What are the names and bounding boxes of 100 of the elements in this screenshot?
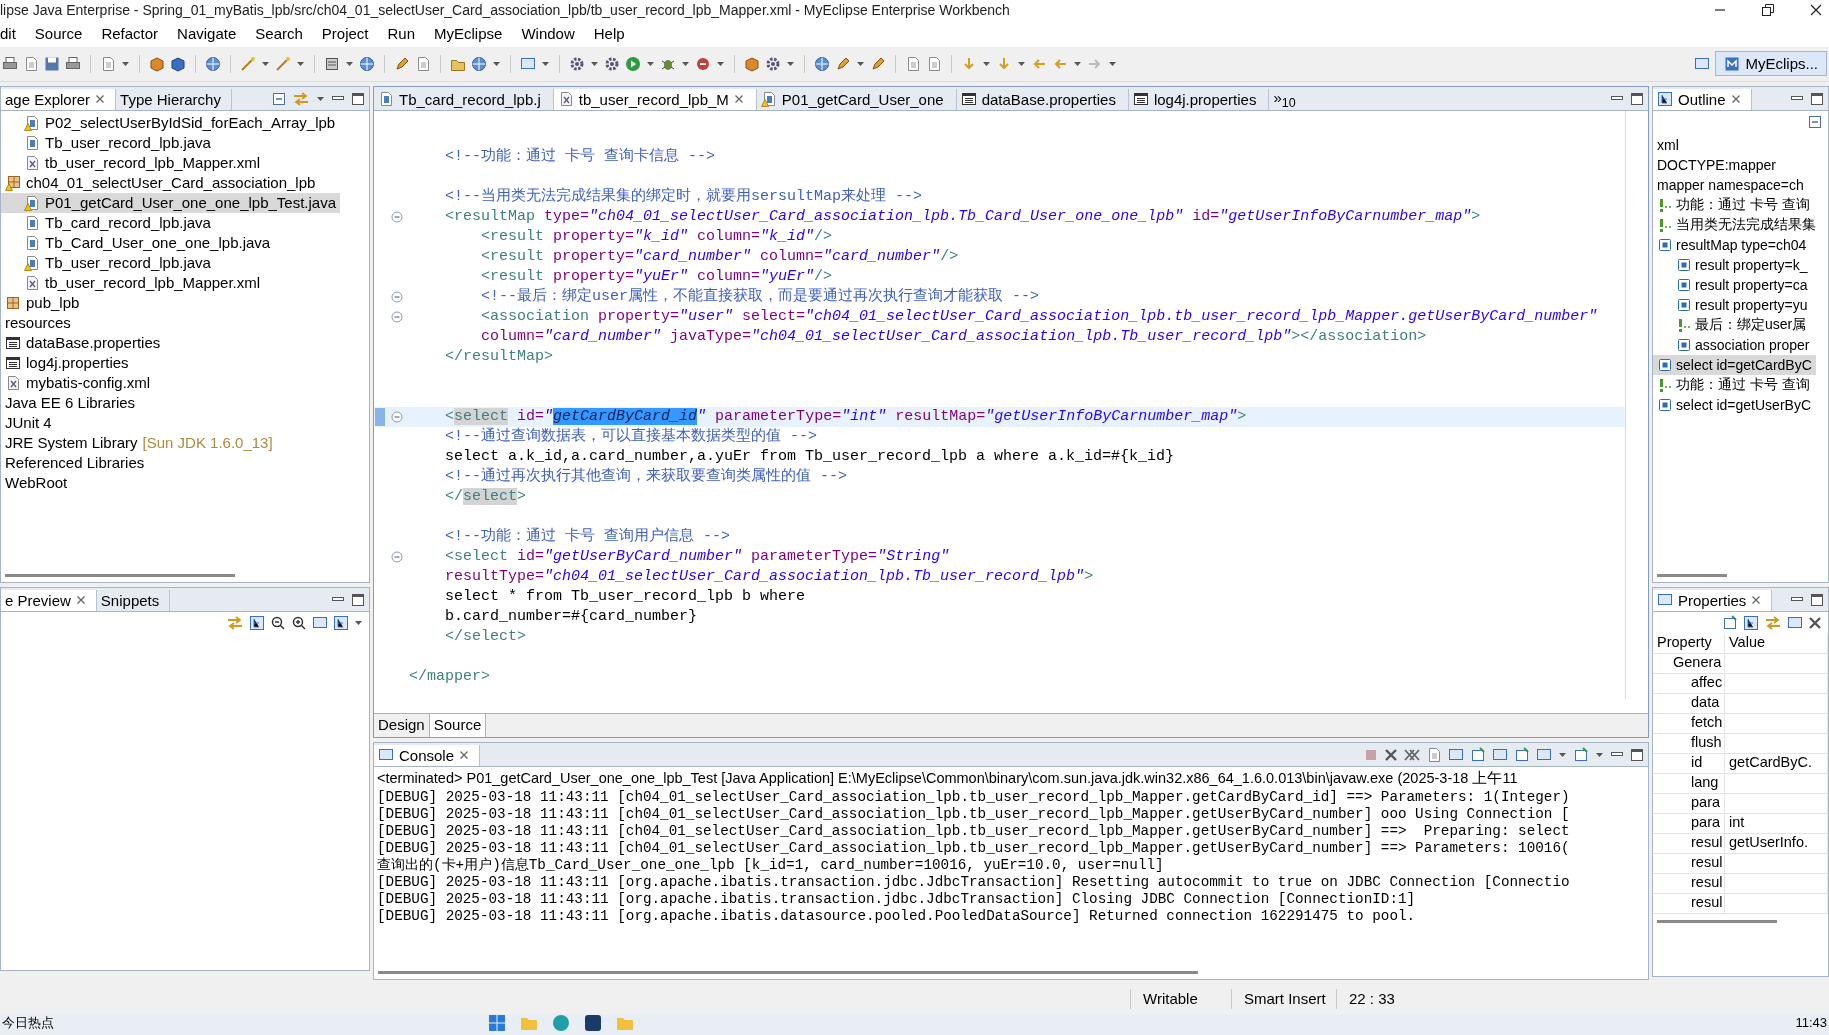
tree-item[interactable]: P02_selectUserByIdSid_forEach_Array_lpb [1, 112, 340, 133]
maximize-icon[interactable] [1810, 593, 1824, 608]
tree-item[interactable]: tb_user_record_lpb_Mapper.xml [1, 152, 265, 173]
browser-icon[interactable] [552, 1014, 570, 1033]
menu-item[interactable]: Run [387, 24, 425, 42]
gear-icon[interactable] [604, 55, 620, 72]
column-header[interactable]: Value [1725, 633, 1828, 654]
globe-icon[interactable] [471, 55, 487, 72]
pen-icon[interactable] [870, 55, 886, 72]
column-header[interactable]: Property [1653, 633, 1725, 654]
collapse-icon[interactable] [272, 92, 286, 107]
print-icon[interactable] [2, 55, 18, 72]
new-file-icon[interactable] [926, 55, 942, 72]
new-file-icon[interactable] [1426, 747, 1442, 764]
scrollbar-thumb[interactable] [5, 573, 235, 577]
tree-item[interactable]: 当用类无法完成结果集 [1653, 214, 1820, 235]
perspective-button[interactable]: MyEclips... [1715, 51, 1827, 77]
display-icon[interactable] [1787, 614, 1803, 631]
menu-item[interactable]: Search [255, 24, 312, 42]
display-icon[interactable] [520, 55, 536, 72]
tree-item[interactable]: Java EE 6 Libraries [1, 392, 140, 413]
editor-mode-tab[interactable]: Design [374, 713, 430, 737]
display-icon[interactable] [312, 614, 328, 631]
pen-icon[interactable] [394, 55, 410, 72]
cube-icon[interactable] [170, 55, 186, 72]
tree-item[interactable]: xml [1653, 134, 1683, 155]
maximize-icon[interactable] [1630, 92, 1644, 107]
zoom-out-icon[interactable] [270, 614, 286, 631]
tree-item[interactable]: 最后：绑定user属 [1653, 314, 1811, 335]
tree-item[interactable]: ch04_01_selectUser_Card_association_lpb [1, 172, 320, 193]
tree-item[interactable]: result property=ca [1653, 274, 1812, 295]
gear-icon[interactable] [569, 55, 585, 72]
remove-icon[interactable] [1384, 748, 1398, 763]
close-icon[interactable] [1809, 3, 1823, 17]
tree-item[interactable]: 功能：通过 卡号 查询 [1653, 374, 1814, 395]
tree-item[interactable]: tb_user_record_lpb_Mapper.xml [1, 272, 265, 293]
globe-icon[interactable] [205, 55, 221, 72]
maximize-icon[interactable] [1630, 748, 1644, 763]
globe-icon[interactable] [814, 55, 830, 72]
pin-icon[interactable] [1470, 747, 1486, 764]
maximize-icon[interactable] [1810, 92, 1824, 107]
cube-icon[interactable] [149, 55, 165, 72]
remove-all-icon[interactable] [1404, 748, 1420, 763]
menu-item[interactable]: Source [34, 24, 92, 42]
tree-item[interactable]: association proper [1653, 334, 1814, 355]
save-icon[interactable] [44, 55, 60, 72]
new-file-icon[interactable] [23, 55, 39, 72]
view-tab[interactable]: Properties [1653, 589, 1773, 611]
tree-item[interactable]: Tb_card_record_lpb.java [1, 212, 215, 233]
more-tabs-button[interactable]: »$_{10}$ [1269, 88, 1300, 110]
app-icon[interactable] [584, 1014, 602, 1033]
tree-item[interactable]: result property=k_ [1653, 254, 1812, 275]
cube-icon[interactable] [744, 55, 760, 72]
pin-icon[interactable] [1514, 747, 1530, 764]
tree-item[interactable]: P01_getCard_User_one_one_lpb_Test.java [1, 192, 341, 213]
view-tab[interactable]: e Preview [1, 589, 97, 611]
pen-icon[interactable] [835, 55, 851, 72]
tree-item[interactable]: dataBase.properties [1, 332, 165, 353]
tree-item[interactable]: resultMap type=ch04 [1653, 234, 1811, 255]
editor-mode-tab[interactable]: Source [429, 713, 487, 737]
tree-icon[interactable] [1743, 614, 1759, 631]
view-tab[interactable]: dataBase.properties [956, 88, 1129, 110]
tree-item[interactable]: DOCTYPE:mapper [1653, 154, 1781, 175]
windows-start-icon[interactable] [488, 1014, 506, 1033]
tree-icon[interactable] [249, 614, 265, 631]
view-tab[interactable]: P01_getCard_User_one [756, 88, 957, 110]
scrollbar-thumb[interactable] [378, 970, 1198, 974]
tree-item[interactable]: mybatis-config.xml [1, 372, 155, 393]
tree-item[interactable]: Tb_user_record_lpb.java [1, 132, 215, 153]
tree-item[interactable]: Tb_user_record_lpb.java [1, 252, 215, 273]
wand-icon[interactable] [275, 55, 291, 72]
menu-item[interactable]: dit [0, 24, 25, 42]
view-tab[interactable]: Tb_card_record_lpb.j [374, 88, 554, 110]
globe-icon[interactable] [359, 55, 375, 72]
menu-item[interactable]: MyEclipse [434, 24, 512, 42]
scrollbar-thumb[interactable] [1657, 573, 1727, 577]
collapse-icon[interactable] [1808, 114, 1822, 129]
menu-item[interactable]: Navigate [177, 24, 246, 42]
tree-item[interactable]: select id=getCardByC [1653, 354, 1816, 375]
tree-item[interactable]: Referenced Libraries [1, 452, 149, 473]
view-tab[interactable]: tb_user_record_lpb_M [553, 88, 757, 110]
tree-item[interactable]: result property=yu [1653, 294, 1812, 315]
pin-icon[interactable] [1573, 747, 1589, 764]
menu-item[interactable]: Refactor [101, 24, 168, 42]
tree-item[interactable]: 功能：通过 卡号 查询 [1653, 194, 1814, 215]
pin-icon[interactable] [1722, 614, 1738, 631]
menu-item[interactable]: Window [521, 24, 584, 42]
new-file-icon[interactable] [100, 55, 116, 72]
tree-item[interactable]: mapper namespace=ch [1653, 174, 1808, 195]
display-icon[interactable] [1694, 55, 1711, 72]
view-tab[interactable]: log4j.properties [1128, 88, 1270, 110]
tree-item[interactable]: select id=getUserByC [1653, 394, 1815, 415]
view-tab[interactable]: age Explorer [1, 88, 117, 110]
tree-item[interactable]: JUnit 4 [1, 412, 56, 433]
tree-icon[interactable] [333, 614, 349, 631]
new-file-icon[interactable] [905, 55, 921, 72]
tree-item[interactable]: resources [1, 312, 75, 333]
tree-item[interactable]: JRE System Library [Sun JDK 1.6.0_13] [1, 432, 277, 453]
maximize-icon[interactable] [351, 92, 365, 107]
tree-item[interactable]: pub_lpb [1, 292, 84, 313]
